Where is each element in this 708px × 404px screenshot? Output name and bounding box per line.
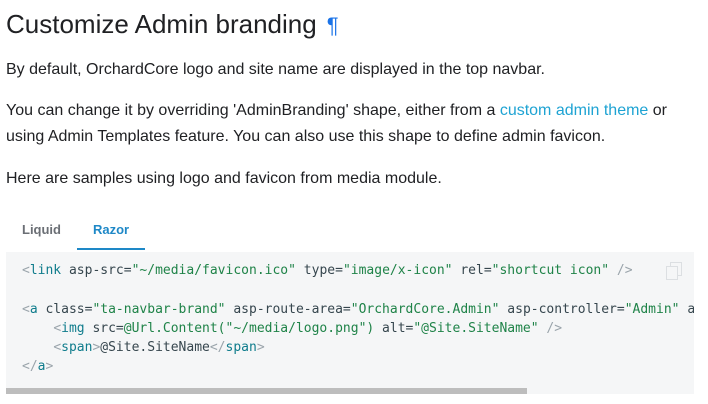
- code-token: img: [61, 320, 85, 336]
- copy-icon: [666, 262, 682, 280]
- code-token: "shortcut icon": [491, 263, 610, 278]
- override-text-start: You can change it by overriding 'AdminBr…: [6, 102, 500, 119]
- code-token: type=: [295, 263, 343, 278]
- code-line: <a class="ta-navbar-brand" asp-route-are…: [22, 302, 694, 317]
- code-token: "ta-navbar-brand": [92, 301, 226, 317]
- code-token: rel=: [452, 263, 492, 278]
- intro-paragraph: By default, OrchardCore logo and site na…: [6, 61, 545, 78]
- code-token: "Admin": [624, 301, 680, 317]
- pilcrow-icon[interactable]: ¶: [327, 13, 339, 38]
- code-token: span: [61, 340, 93, 356]
- code-token: a: [29, 301, 38, 317]
- code-token: <: [53, 320, 62, 336]
- code-token: class=: [37, 301, 93, 317]
- scrollbar-thumb[interactable]: [6, 388, 527, 394]
- code-token: >: [256, 340, 265, 356]
- code-token: link: [29, 263, 62, 278]
- code-content: <link asp-src="~/media/favicon.ico" type…: [6, 252, 694, 377]
- code-token: alt=: [374, 320, 414, 336]
- code-token: asp-src=: [61, 263, 132, 278]
- code-token: src=: [84, 320, 124, 336]
- code-token: <: [53, 340, 62, 356]
- code-token: "OrchardCore.Admin": [350, 301, 500, 317]
- code-block: <link asp-src="~/media/favicon.ico" type…: [6, 252, 694, 394]
- override-paragraph: You can change it by overriding 'AdminBr…: [6, 98, 696, 150]
- code-token: span: [225, 340, 257, 356]
- page-heading: Customize Admin branding ¶: [6, 6, 339, 44]
- code-line: </a>: [22, 359, 53, 374]
- code-token: />: [616, 263, 633, 278]
- samples-paragraph: Here are samples using logo and favicon …: [6, 170, 442, 187]
- code-token: </: [22, 359, 38, 375]
- tab-liquid[interactable]: Liquid: [6, 212, 77, 250]
- code-line: <link asp-src="~/media/favicon.ico" type…: [22, 263, 633, 278]
- custom-admin-theme-link[interactable]: custom admin theme: [500, 102, 649, 119]
- copy-button[interactable]: [666, 262, 682, 280]
- horizontal-scrollbar[interactable]: [6, 388, 694, 394]
- code-token: </: [209, 340, 226, 356]
- code-token: "image/x-icon": [342, 263, 453, 278]
- code-line: <img src=@Url.Content("~/media/logo.png"…: [22, 321, 562, 336]
- code-line: <span>@Site.SiteName</span>: [22, 340, 265, 356]
- tab-razor[interactable]: Razor: [77, 212, 146, 250]
- code-token: asp-controller=: [499, 301, 625, 317]
- code-scroll-area[interactable]: <link asp-src="~/media/favicon.ico" type…: [6, 252, 694, 388]
- code-token: <: [22, 301, 30, 317]
- code-token: "~/media/favicon.ico": [131, 263, 296, 278]
- code-token: @Url.Content("~/media/logo.png"): [123, 320, 375, 336]
- code-token: "@Site.SiteName": [413, 320, 539, 336]
- page-title: Customize Admin branding: [6, 9, 317, 39]
- code-tabs: Liquid Razor: [6, 212, 694, 250]
- code-token: asp-route-area=: [225, 301, 351, 317]
- code-token: asp-action=: [687, 301, 694, 317]
- code-token: @Site.SiteName: [100, 340, 210, 356]
- code-token: <: [22, 263, 30, 278]
- code-token: >: [45, 359, 54, 375]
- code-token: />: [546, 320, 563, 336]
